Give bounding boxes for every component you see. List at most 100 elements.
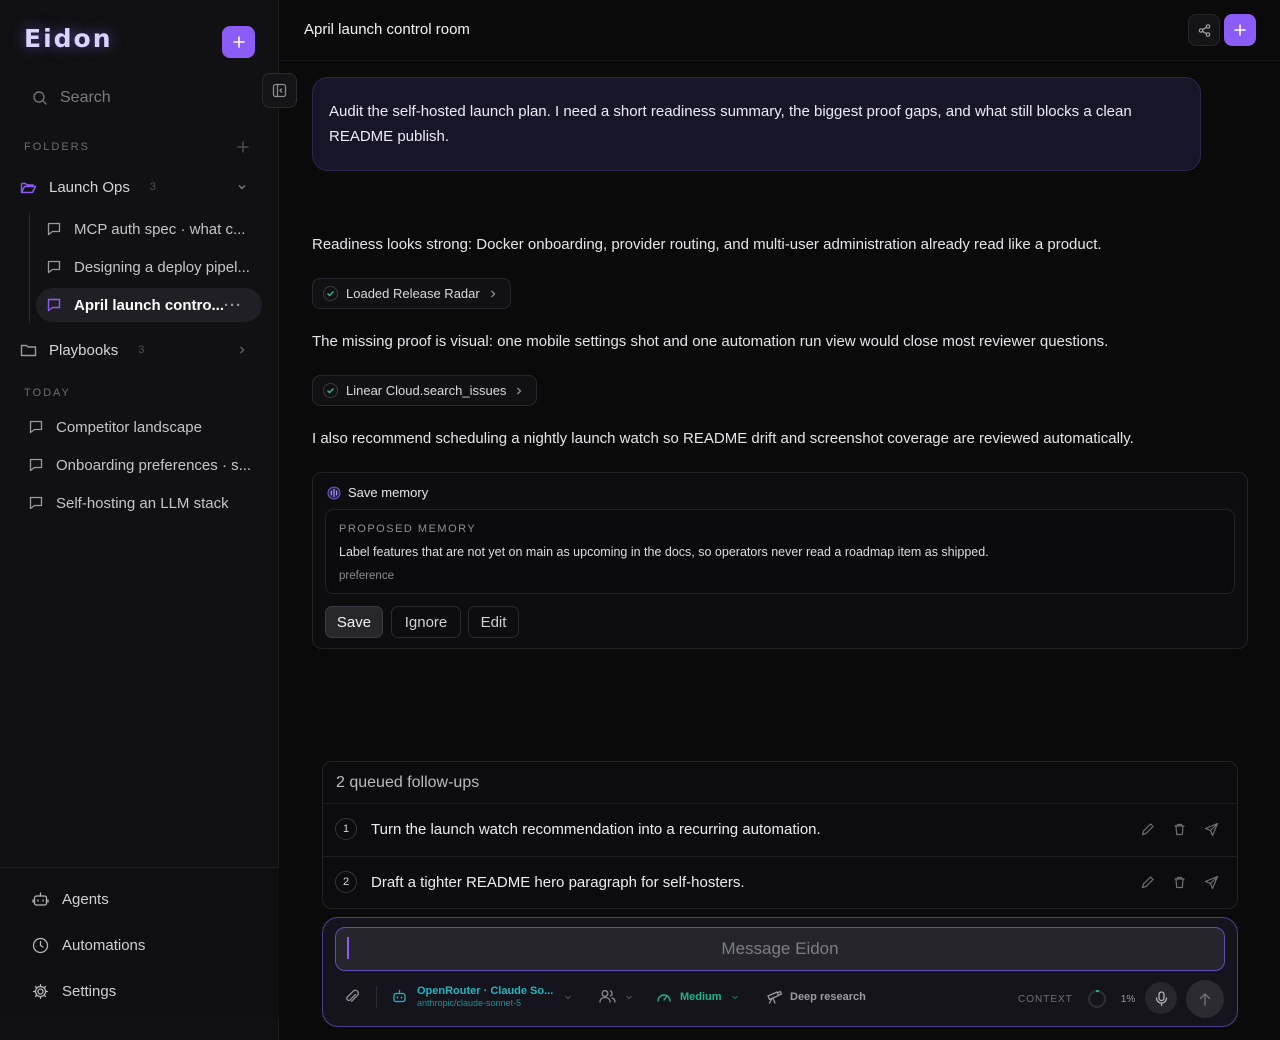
plus-icon [237,141,249,153]
search-icon [33,91,47,105]
conversation-label: Designing a deploy pipel... [74,258,250,276]
assistant-paragraph: Readiness looks strong: Docker onboardin… [312,236,1102,253]
robot-icon [32,891,49,906]
send-button[interactable] [1186,980,1224,1018]
conversation-label: Onboarding preferences · s... [56,456,252,474]
microphone-icon [1155,990,1167,1006]
folder-icon [20,344,37,356]
conversation-item-active[interactable]: April launch contro... ··· [36,288,262,322]
gauge-icon [657,994,671,1002]
queue-item[interactable]: 1 Turn the launch watch recommendation i… [323,803,1237,856]
new-chat-button[interactable] [222,26,255,58]
assistant-paragraph: I also recommend scheduling a nightly la… [312,430,1134,447]
nav-agents[interactable]: Agents [32,884,109,914]
chat-bubble-icon [47,222,61,236]
chat-bubble-icon [29,496,43,510]
folder-launch-ops[interactable]: Launch Ops 3 [20,171,256,203]
send-now-icon[interactable] [1204,822,1219,837]
folder-name: Launch Ops [49,178,130,196]
chevron-down-icon [731,995,738,999]
sidebar-collapse-icon [272,83,287,98]
memory-title: Save memory [348,485,429,500]
model-id: anthropic/claude-sonnet-5 [417,998,522,1008]
conversation-label: April launch contro... [74,296,225,314]
toolbar-divider [376,986,377,1008]
queue-item[interactable]: 2 Draft a tighter README hero paragraph … [323,856,1237,908]
ignore-memory-button[interactable]: Ignore [391,606,461,638]
queue-item-number: 2 [335,871,357,893]
arrow-up-icon [1199,992,1211,1006]
queue-item-number: 1 [335,818,357,840]
proposed-memory-label: PROPOSED MEMORY [339,523,477,535]
nav-label: Settings [62,982,117,1000]
participants-selector[interactable] [599,989,634,1004]
collapse-sidebar-button[interactable] [262,73,297,108]
telescope-icon [767,990,782,1004]
queued-followups-panel: 2 queued follow-ups 1 Turn the launch wa… [322,761,1238,909]
save-memory-button[interactable]: Save [325,606,383,638]
deep-research-label: Deep research [790,990,866,1003]
edit-memory-button[interactable]: Edit [468,606,519,638]
users-icon [599,990,616,1003]
more-options-icon[interactable]: ··· [224,297,242,314]
conversation-item[interactable]: Competitor landscape [28,410,256,444]
message-input[interactable] [335,927,1225,971]
model-selector[interactable]: OpenRouter · Claude So... anthropic/clau… [392,985,573,1008]
brain-icon [327,486,341,499]
reasoning-effort-selector[interactable]: Medium [656,989,740,1004]
chat-bubble-icon [47,298,61,312]
reasoning-effort-label: Medium [680,990,722,1003]
folder-count: 3 [138,344,145,356]
gear-icon [32,983,49,999]
folders-label: FOLDERS [24,141,90,153]
chevron-down-icon [238,185,246,190]
tool-call-chip[interactable]: Loaded Release Radar [312,278,511,309]
nav-settings[interactable]: Settings [32,976,116,1006]
search-placeholder: Search [60,89,111,106]
nav-automations[interactable]: Automations [32,930,145,960]
assistant-paragraph: The missing proof is visual: one mobile … [312,333,1109,350]
trash-icon[interactable] [1172,875,1187,890]
conversation-label: Competitor landscape [56,418,202,436]
folder-count: 3 [149,181,157,193]
tool-call-chip[interactable]: Linear Cloud.search_issues [312,375,538,406]
chevron-down-icon [626,995,632,999]
text-caret [347,937,349,959]
robot-icon [393,989,406,1003]
sidebar-footer: Agents Automations Settings [0,867,279,1017]
trash-icon[interactable] [1172,822,1187,837]
folder-open-icon [20,182,37,193]
queue-item-text: Draft a tighter README hero paragraph fo… [371,874,745,891]
conversation-item[interactable]: Self-hosting an LLM stack [28,486,256,520]
user-message: Audit the self-hosted launch plan. I nee… [312,77,1201,171]
edit-pencil-icon[interactable] [1140,875,1155,890]
search-input[interactable]: Search [24,78,254,118]
paperclip-icon [346,989,360,1003]
check-icon [323,383,338,398]
folder-playbooks[interactable]: Playbooks 3 [20,334,256,366]
edit-pencil-icon[interactable] [1140,822,1155,837]
proposed-memory-box: PROPOSED MEMORY Label features that are … [325,509,1235,594]
conversation-item[interactable]: Designing a deploy pipel... [46,250,256,284]
chevron-down-icon [565,995,572,999]
attach-button[interactable] [343,988,361,1006]
plus-icon [1234,24,1246,36]
sidebar: Eidon Search FOLDERS Launch Ops 3 MCP au… [0,0,279,1040]
send-now-icon[interactable] [1204,875,1219,890]
brand-logo[interactable]: Eidon [24,24,113,53]
plus-icon [232,36,245,48]
deep-research-toggle[interactable]: Deep research [766,989,866,1004]
context-percent: 1% [1120,993,1136,1005]
model-name: OpenRouter · Claude So... [417,985,554,997]
today-label: TODAY [24,387,71,399]
conversation-item[interactable]: MCP auth spec · what c... [46,212,256,246]
chevron-right-icon [490,290,496,297]
check-icon [323,286,338,301]
add-folder-button[interactable] [236,140,250,154]
new-chat-button-top[interactable] [1224,14,1256,46]
microphone-button[interactable] [1145,982,1177,1014]
share-button[interactable] [1188,14,1220,46]
top-bar: April launch control room [280,0,1280,61]
proposed-memory-text: Label features that are not yet on main … [339,545,989,559]
conversation-item[interactable]: Onboarding preferences · s... [28,448,256,482]
